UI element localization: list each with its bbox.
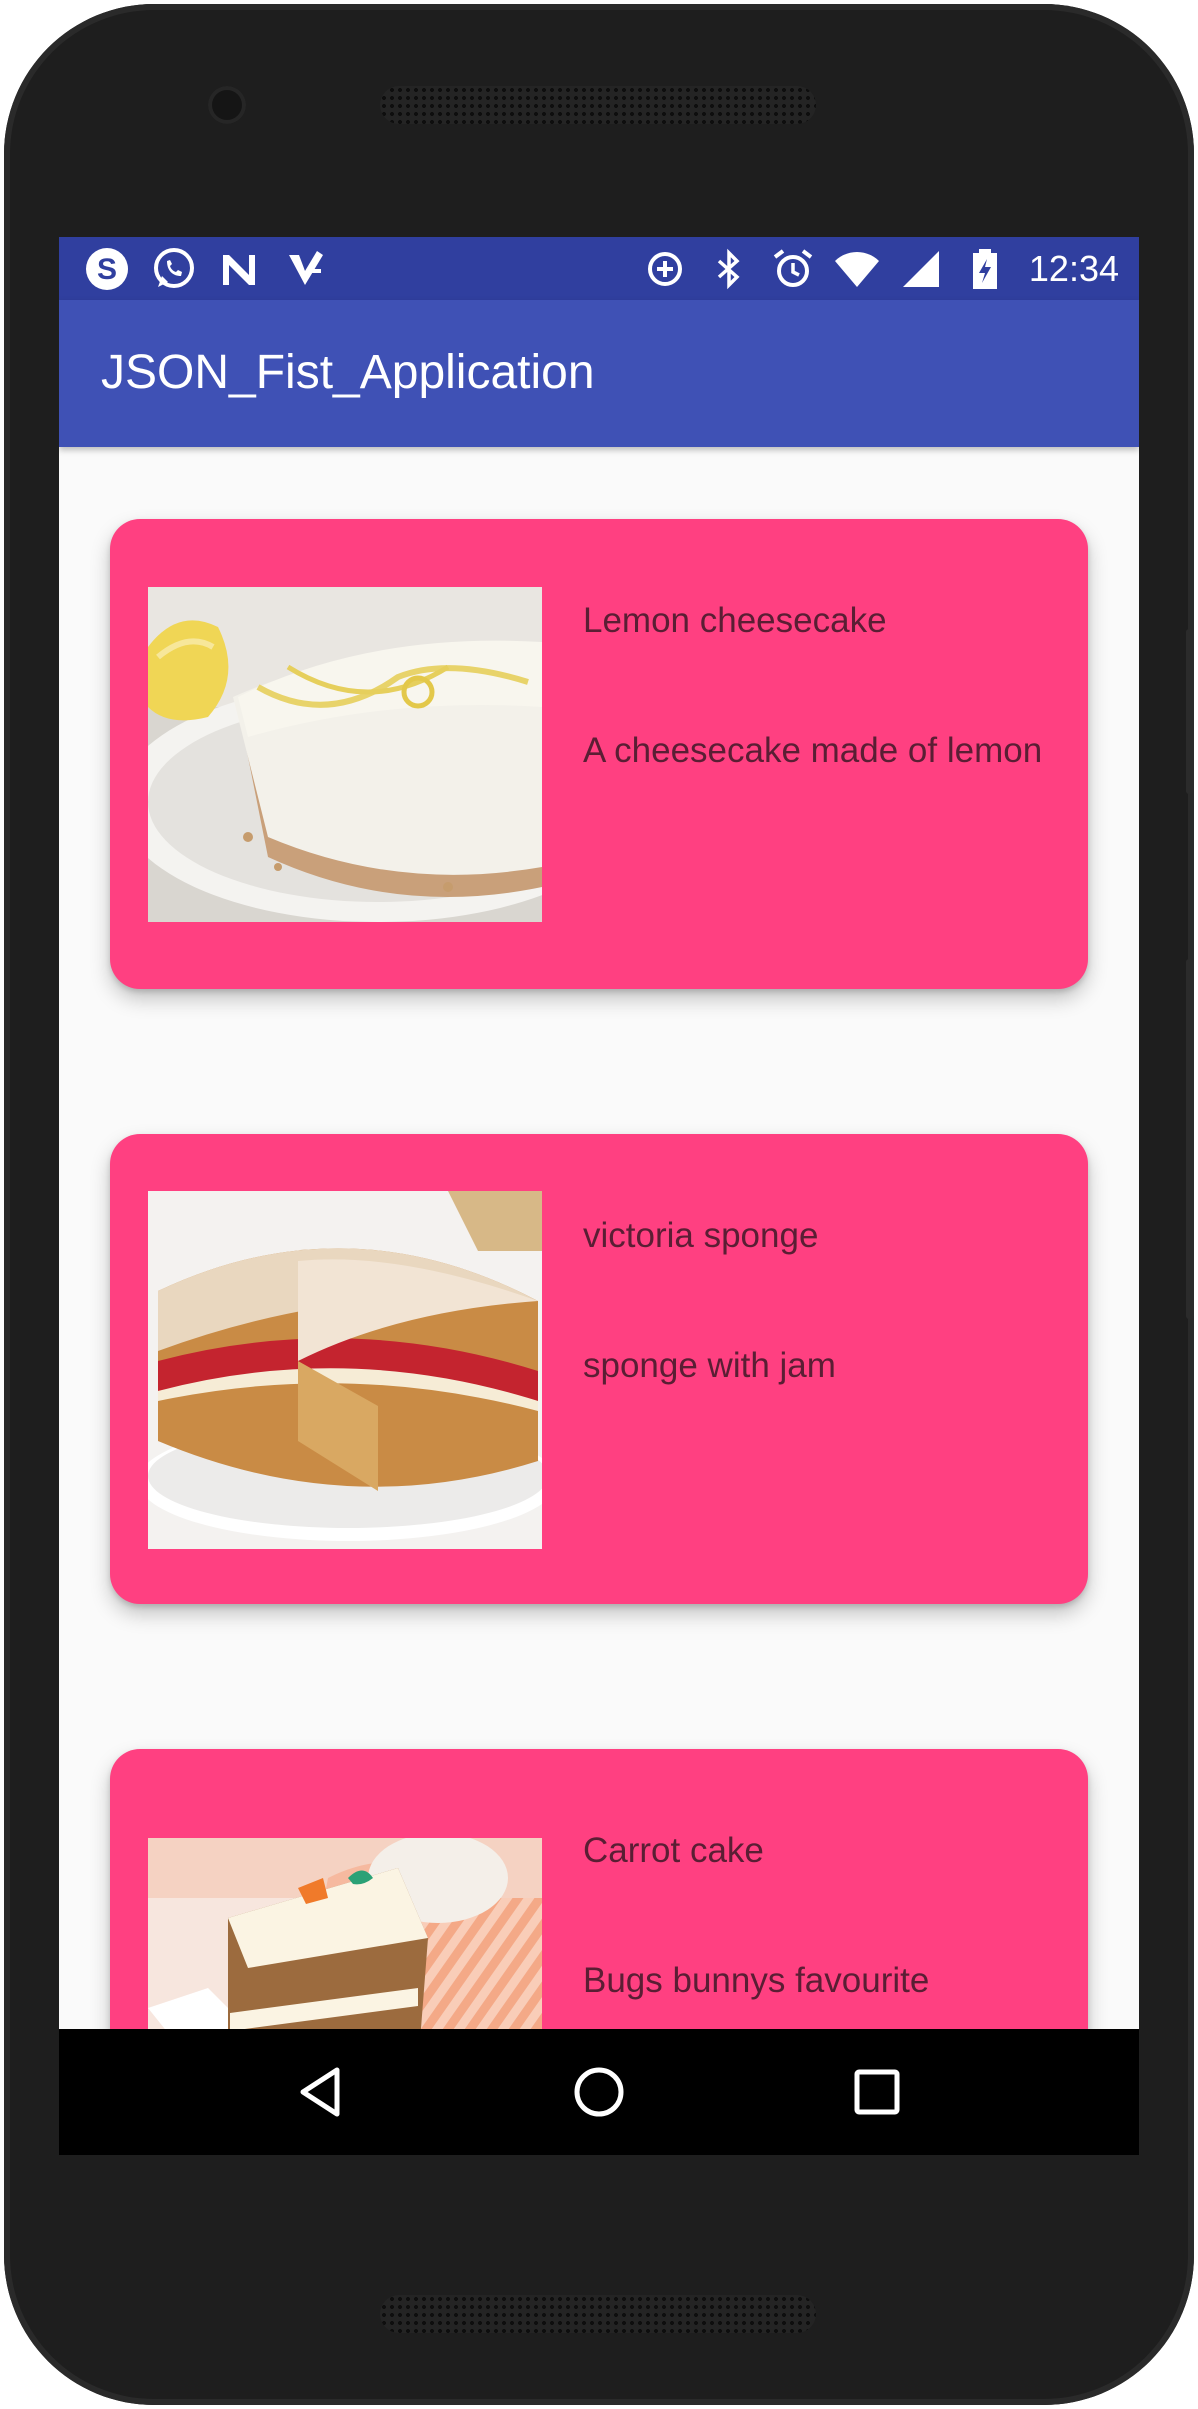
recents-icon[interactable]: [847, 2062, 907, 2122]
volume-button: [1186, 629, 1194, 794]
alarm-icon: [773, 249, 813, 287]
bluetooth-icon: [717, 248, 740, 290]
recipe-card[interactable]: victoria sponge sponge with jam: [110, 1134, 1088, 1604]
whatsapp-icon: [154, 248, 194, 288]
app-bar: JSON_Fist_Application: [59, 300, 1139, 447]
power-button: [1186, 959, 1194, 1319]
front-camera: [208, 86, 246, 124]
home-icon[interactable]: [569, 2062, 629, 2122]
phone-frame: S 12:34 JSON_Fist_Application Lemon chee…: [4, 4, 1194, 2405]
recipe-title: Carrot cake: [583, 1831, 764, 1870]
recipe-title: Lemon cheesecake: [583, 601, 887, 640]
recipe-description: A cheesecake made of lemon: [583, 731, 1043, 770]
navigation-bar: [59, 2029, 1139, 2155]
recipe-description: sponge with jam: [583, 1346, 836, 1385]
recipe-card[interactable]: Lemon cheesecake A cheesecake made of le…: [110, 519, 1088, 989]
data-saver-icon: [647, 252, 682, 286]
recipe-title: victoria sponge: [583, 1216, 819, 1255]
victoria-sponge-image: [148, 1191, 542, 1549]
recipe-description: Bugs bunnys favourite: [583, 1961, 930, 2000]
earpiece-speaker: [380, 86, 816, 124]
screen: S 12:34 JSON_Fist_Application Lemon chee…: [59, 237, 1139, 2155]
lemon-cheesecake-image: [148, 587, 542, 922]
skype-icon: S: [86, 248, 128, 290]
status-clock: 12:34: [1028, 248, 1119, 289]
signal-icon: [902, 251, 939, 287]
battery-icon: [972, 249, 997, 289]
n-icon: [223, 255, 255, 285]
wifi-icon: [834, 252, 879, 287]
app-title: JSON_Fist_Application: [101, 346, 595, 399]
status-bar: S 12:34: [59, 237, 1139, 300]
tasks-icon: [289, 251, 323, 285]
back-icon[interactable]: [291, 2062, 351, 2122]
svg-text:S: S: [97, 253, 117, 286]
bottom-speaker: [380, 2295, 816, 2333]
